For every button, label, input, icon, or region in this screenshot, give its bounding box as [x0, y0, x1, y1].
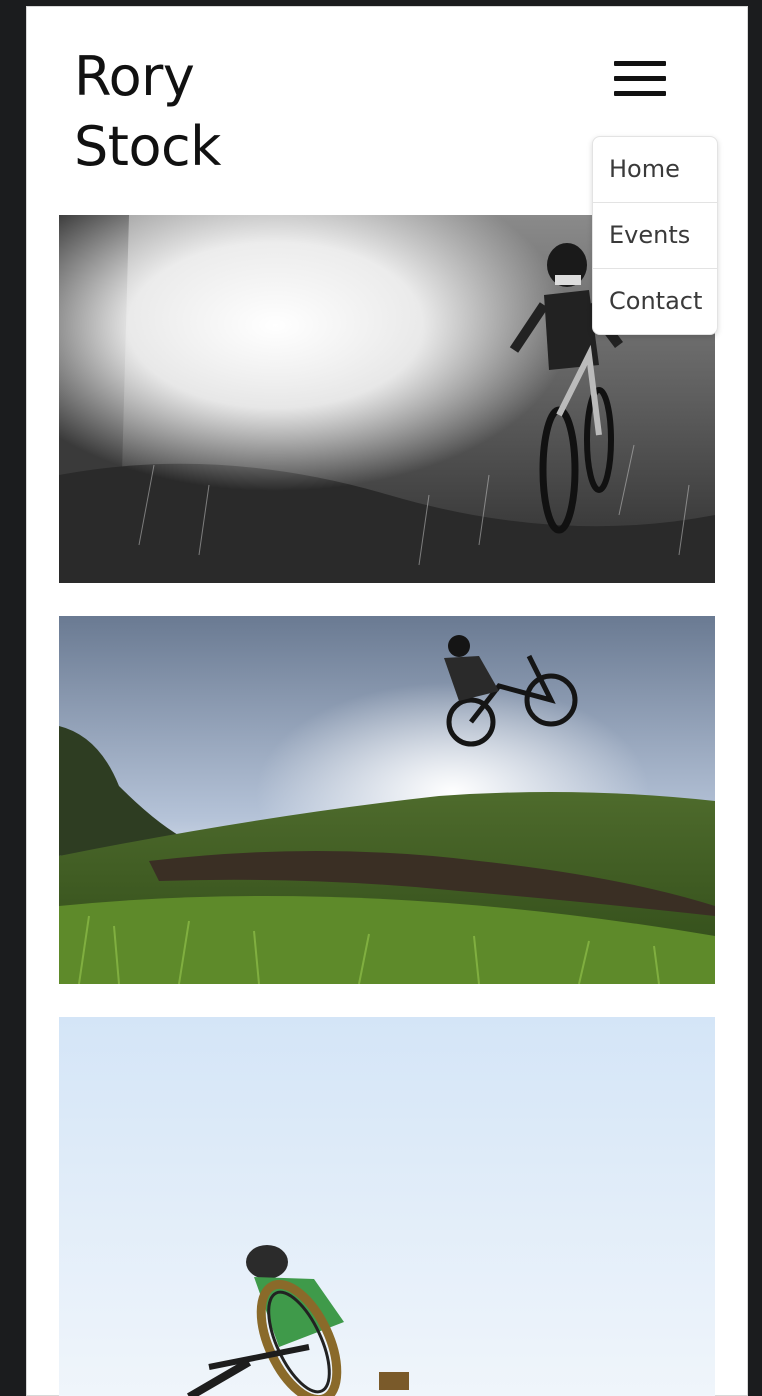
page: Rory Stock Home Events Contact — [26, 6, 748, 1396]
menu-item-contact[interactable]: Contact — [593, 269, 717, 334]
nav-dropdown-menu: Home Events Contact — [592, 136, 718, 335]
rider-jump-sky-photo[interactable] — [59, 616, 715, 984]
rider-wheelie-sky-photo[interactable] — [59, 1017, 715, 1396]
menu-item-events[interactable]: Events — [593, 203, 717, 269]
site-title[interactable]: Rory Stock — [74, 42, 221, 182]
hamburger-menu-icon[interactable] — [614, 61, 666, 99]
menu-item-home[interactable]: Home — [593, 137, 717, 203]
site-title-line-1: Rory — [74, 45, 195, 108]
site-title-line-2: Stock — [74, 115, 221, 178]
